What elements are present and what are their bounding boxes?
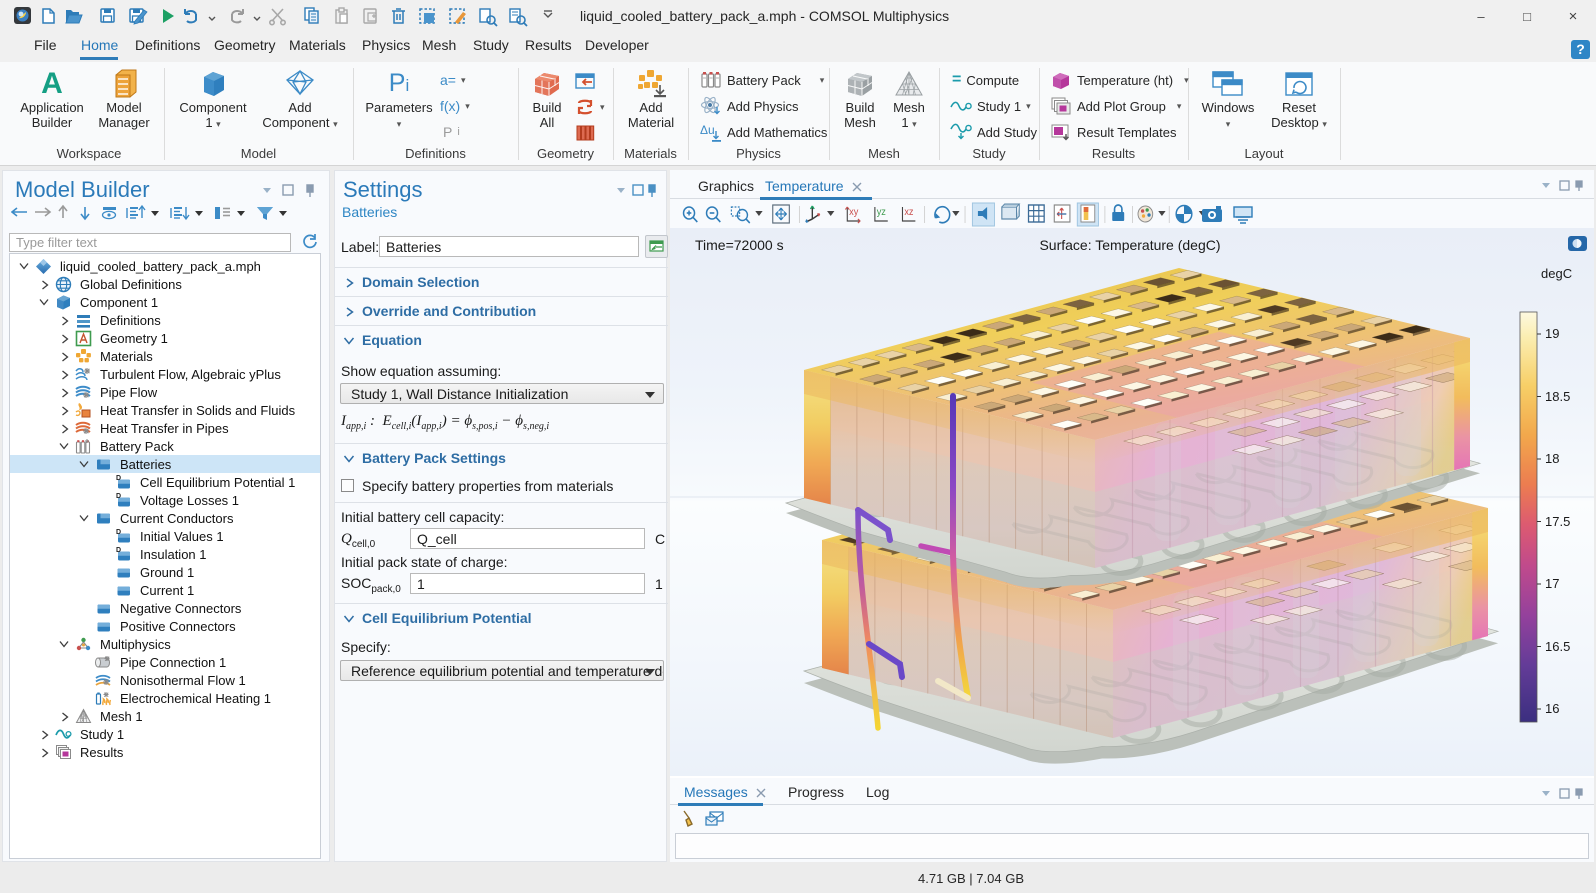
svg-text:18.5: 18.5 [1545, 389, 1570, 404]
svg-text:xz: xz [904, 207, 913, 218]
svg-text:18: 18 [1545, 451, 1559, 466]
svg-text:16.5: 16.5 [1545, 639, 1570, 654]
svg-text:19: 19 [1545, 326, 1559, 341]
svg-text:16: 16 [1545, 701, 1559, 716]
svg-text:yz: yz [877, 207, 886, 218]
svg-text:xy: xy [849, 207, 858, 218]
svg-text:17: 17 [1545, 576, 1559, 591]
svg-text:Δu: Δu [700, 123, 715, 137]
svg-text:17.5: 17.5 [1545, 514, 1570, 529]
